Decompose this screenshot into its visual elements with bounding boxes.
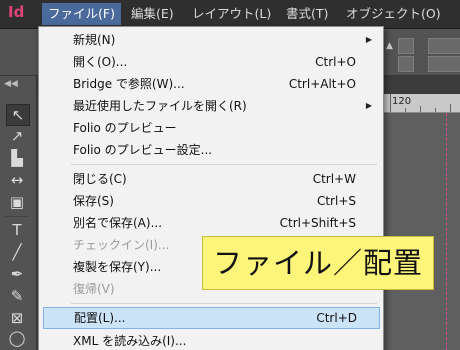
direct-selection-tool-icon[interactable]: ↗: [6, 126, 28, 146]
stepper-up-icon[interactable]: ▲: [386, 41, 393, 51]
pen-tool-icon[interactable]: ✒: [6, 264, 28, 284]
menu-edit[interactable]: 編集(E): [125, 3, 180, 25]
horizontal-ruler: 120: [380, 94, 460, 113]
menu-item-open[interactable]: 開く(O)... Ctrl+O: [43, 51, 378, 73]
rectangle-frame-tool-icon[interactable]: ⊠: [6, 308, 28, 328]
menu-item-folio-preview-settings[interactable]: Folio のプレビュー設定...: [43, 139, 378, 161]
line-tool-icon[interactable]: ╱: [6, 242, 28, 262]
ruler-tick: [450, 104, 451, 112]
menu-layout[interactable]: レイアウト(L): [186, 3, 277, 25]
menu-item-open-recent[interactable]: 最近使用したファイルを開く(R) ▶: [43, 95, 378, 117]
submenu-arrow-icon: ▶: [365, 101, 372, 110]
page-tool-icon[interactable]: ▙: [6, 148, 28, 168]
submenu-arrow-icon: ▶: [365, 35, 372, 44]
control-icon-box[interactable]: [398, 38, 414, 54]
panel-collapse-icon[interactable]: ◀◀: [4, 79, 18, 89]
file-menu: 新規(N) ▶ 開く(O)... Ctrl+O Bridge で参照(W)...…: [38, 26, 384, 350]
ruler-tick: [435, 108, 436, 112]
selection-tool-icon[interactable]: ↖: [6, 104, 30, 126]
menu-item-close[interactable]: 閉じる(C) Ctrl+W: [43, 168, 378, 190]
control-field-bottom[interactable]: [428, 56, 460, 72]
menu-file[interactable]: ファイル(F): [42, 3, 121, 25]
menu-item-browse-in-bridge[interactable]: Bridge で参照(W)... Ctrl+Alt+O: [43, 73, 378, 95]
menu-item-import-xml[interactable]: XML を読み込み(I)...: [43, 330, 378, 350]
control-field-top[interactable]: [428, 38, 460, 54]
menu-separator: [71, 303, 377, 304]
menu-type[interactable]: 書式(T): [280, 3, 334, 25]
pencil-tool-icon[interactable]: ✎: [6, 286, 28, 306]
ruler-tick: [390, 94, 391, 112]
ruler-tick: [420, 106, 421, 112]
tool-separator: [5, 216, 29, 217]
menu-item-new[interactable]: 新規(N) ▶: [43, 29, 378, 51]
menu-item-save[interactable]: 保存(S) Ctrl+S: [43, 190, 378, 212]
content-collector-icon[interactable]: ▣: [6, 192, 28, 212]
menu-separator: [71, 164, 377, 165]
menu-item-folio-preview[interactable]: Folio のプレビュー: [43, 117, 378, 139]
tools-panel: ◀◀ ↖ ↗ ▙ ↔ ▣ T ╱ ✒ ✎ ⊠ ◯: [0, 76, 37, 350]
menu-item-save-as[interactable]: 別名で保存(A)... Ctrl+Shift+S: [43, 212, 378, 234]
menu-item-place[interactable]: 配置(L)... Ctrl+D: [43, 307, 380, 329]
ellipse-tool-icon[interactable]: ◯: [6, 328, 28, 348]
ruler-tick: [405, 108, 406, 112]
page-edge-guide: [446, 113, 460, 350]
control-icon-box-2[interactable]: [398, 56, 414, 72]
ruler-number: 120: [392, 96, 412, 107]
gap-tool-icon[interactable]: ↔: [6, 170, 28, 190]
menu-object[interactable]: オブジェクト(O): [340, 3, 447, 25]
indesign-window: Id ファイル(F) 編集(E) レイアウト(L) 書式(T) オブジェクト(O…: [0, 0, 460, 350]
menu-bar: Id ファイル(F) 編集(E) レイアウト(L) 書式(T) オブジェクト(O…: [0, 0, 460, 29]
caption-label: ファイル／配置: [202, 236, 434, 290]
indesign-logo: Id: [8, 3, 25, 21]
type-tool-icon[interactable]: T: [6, 220, 28, 240]
